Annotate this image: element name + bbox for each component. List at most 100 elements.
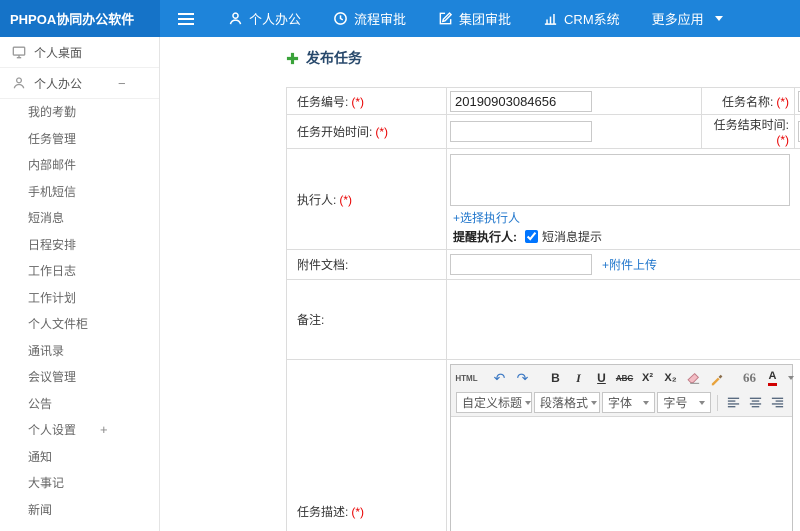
bar-chart-icon bbox=[544, 14, 557, 25]
attachment-input[interactable] bbox=[450, 254, 592, 275]
nav-item-crm[interactable]: CRM系统 bbox=[527, 0, 636, 37]
start-time-label-cell: 任务开始时间: (*) bbox=[286, 114, 447, 149]
align-center-button[interactable] bbox=[746, 393, 766, 413]
desktop-icon bbox=[12, 46, 26, 59]
format-brush-button[interactable] bbox=[706, 368, 727, 388]
select-label: 字号 bbox=[663, 396, 688, 410]
nav-label: 集团审批 bbox=[459, 12, 512, 27]
nav-item-process-approval[interactable]: 流程审批 bbox=[317, 0, 422, 37]
sms-checkbox[interactable] bbox=[525, 230, 538, 243]
nav-label: CRM系统 bbox=[564, 12, 620, 27]
sidebar-item-desktop[interactable]: 个人桌面 bbox=[0, 37, 159, 68]
select-label: 段落格式 bbox=[540, 396, 589, 410]
sidebar-item-label: 手机短信 bbox=[28, 184, 77, 199]
sidebar-item-meeting-management[interactable]: 会议管理 bbox=[0, 364, 159, 391]
sidebar-item-internal-mail[interactable]: 内部邮件 bbox=[0, 152, 159, 179]
sms-label: 短消息提示 bbox=[542, 230, 603, 244]
undo-button[interactable]: ↶ bbox=[489, 368, 510, 388]
hamburger-icon bbox=[178, 12, 194, 25]
remark-textarea[interactable] bbox=[450, 284, 790, 354]
paintbrush-icon bbox=[711, 374, 723, 385]
sidebar-item-work-log[interactable]: 工作日志 bbox=[0, 258, 159, 285]
sidebar-item-schedule[interactable]: 日程安排 bbox=[0, 232, 159, 259]
menu-toggle-button[interactable] bbox=[160, 0, 212, 37]
italic-button[interactable]: I bbox=[568, 368, 589, 388]
bold-button[interactable]: B bbox=[545, 368, 566, 388]
paragraph-format-select[interactable]: 段落格式 bbox=[534, 392, 600, 413]
align-right-button[interactable] bbox=[767, 393, 787, 413]
sidebar: 个人桌面 个人办公 − 我的考勤 任务管理 内部邮件 手机短信 短消息 日程安排… bbox=[0, 37, 160, 531]
executor-label-cell: 执行人: (*) bbox=[286, 148, 447, 250]
task-start-time-input[interactable] bbox=[450, 121, 592, 142]
publish-task-form: 任务编号:(*) 任务名称:(*) 任务开始时间:(*) 任务结束时间:(*) bbox=[286, 87, 800, 531]
caret-down-icon bbox=[643, 400, 650, 405]
required-mark: (*) bbox=[351, 504, 365, 519]
nav-label: 更多应用 bbox=[651, 12, 704, 27]
sidebar-item-personal-settings[interactable]: 个人设置 + bbox=[0, 417, 159, 444]
attachment-upload-link[interactable]: +附件上传 bbox=[602, 256, 657, 273]
font-color-glyph: A bbox=[767, 370, 778, 386]
choose-executor-link[interactable]: +选择执行人 bbox=[453, 209, 800, 226]
form-wrapper: 任务编号:(*) 任务名称:(*) 任务开始时间:(*) 任务结束时间:(*) bbox=[286, 87, 800, 531]
sidebar-item-work-plan[interactable]: 工作计划 bbox=[0, 285, 159, 312]
process-clock-icon bbox=[334, 12, 347, 25]
remind-executor-label: 提醒执行人: bbox=[453, 230, 517, 244]
description-label-cell: 任务描述: (*) bbox=[286, 359, 447, 531]
sidebar-section-personal-office[interactable]: 个人办公 − bbox=[0, 68, 159, 99]
custom-title-select[interactable]: 自定义标题 bbox=[456, 392, 532, 413]
align-right-icon bbox=[771, 397, 783, 408]
select-label: 字体 bbox=[608, 396, 633, 410]
top-nav: 个人办公 流程审批 集团审批 CRM系统 更多应用 bbox=[212, 0, 739, 37]
superscript-button[interactable]: X² bbox=[637, 368, 658, 388]
sidebar-item-mobile-sms[interactable]: 手机短信 bbox=[0, 179, 159, 206]
sidebar-item-label: 个人桌面 bbox=[34, 45, 83, 60]
task-description-editor-body[interactable] bbox=[451, 417, 792, 531]
remark-label-cell: 备注: bbox=[286, 279, 447, 360]
redo-button[interactable]: ↷ bbox=[512, 368, 533, 388]
font-color-button[interactable]: A bbox=[762, 368, 783, 388]
strikethrough-button[interactable]: ABC bbox=[614, 368, 635, 388]
nav-item-group-approval[interactable]: 集团审批 bbox=[422, 0, 527, 37]
font-family-select[interactable]: 字体 bbox=[602, 392, 656, 413]
source-code-button[interactable]: HTML bbox=[455, 368, 477, 388]
sidebar-item-announcement[interactable]: 公告 bbox=[0, 391, 159, 418]
sidebar-item-news[interactable]: 新闻 bbox=[0, 497, 159, 524]
caret-down-icon bbox=[714, 16, 723, 21]
sidebar-item-label: 新闻 bbox=[28, 502, 53, 517]
sidebar-item-label: 任务管理 bbox=[28, 131, 77, 146]
remind-executor-row: 提醒执行人: 短消息提示 bbox=[453, 228, 800, 245]
select-label: 自定义标题 bbox=[462, 396, 523, 410]
align-left-button[interactable] bbox=[724, 393, 744, 413]
required-mark: (*) bbox=[776, 94, 789, 109]
nav-item-more-apps[interactable]: 更多应用 bbox=[636, 0, 739, 37]
underline-button[interactable]: U bbox=[591, 368, 612, 388]
font-size-select[interactable]: 字号 bbox=[657, 392, 711, 413]
subscript-button[interactable]: X₂ bbox=[660, 368, 681, 388]
app-logo[interactable]: PHPOA协同办公软件 bbox=[0, 0, 160, 37]
caret-down-icon bbox=[698, 400, 705, 405]
collapse-minus-icon: − bbox=[118, 75, 126, 91]
blockquote-button[interactable]: 66 bbox=[739, 368, 760, 388]
expand-plus-icon: + bbox=[100, 422, 108, 437]
sidebar-item-label: 日程安排 bbox=[28, 237, 77, 252]
sidebar-item-short-message[interactable]: 短消息 bbox=[0, 205, 159, 232]
rich-text-editor: HTML ↶ ↷ B I U ABC X² X₂ 66 A 自定义标题 段落格式… bbox=[450, 364, 794, 531]
sidebar-item-label: 我的考勤 bbox=[28, 105, 77, 119]
sidebar-item-events[interactable]: 大事记 bbox=[0, 470, 159, 497]
executor-textarea[interactable] bbox=[450, 154, 790, 206]
page-title: 发布任务 bbox=[306, 50, 362, 66]
nav-item-personal-office[interactable]: 个人办公 bbox=[212, 0, 317, 37]
sidebar-item-contacts[interactable]: 通讯录 bbox=[0, 338, 159, 365]
remove-format-button[interactable] bbox=[683, 368, 704, 388]
sidebar-item-notification[interactable]: 通知 bbox=[0, 444, 159, 471]
sidebar-item-label: 工作日志 bbox=[28, 264, 77, 278]
sidebar-item-label: 内部邮件 bbox=[28, 158, 77, 172]
sidebar-item-label: 短消息 bbox=[28, 211, 65, 225]
task-number-input[interactable] bbox=[450, 90, 592, 112]
sidebar-item-file-cabinet[interactable]: 个人文件柜 bbox=[0, 311, 159, 338]
task-number-label-cell: 任务编号: (*) bbox=[286, 87, 447, 115]
sidebar-item-attendance[interactable]: 我的考勤 bbox=[0, 99, 159, 126]
sidebar-item-task-management[interactable]: 任务管理 bbox=[0, 126, 159, 153]
sidebar-item-label: 个人设置 bbox=[28, 423, 77, 437]
sidebar-item-label: 公告 bbox=[28, 396, 53, 411]
